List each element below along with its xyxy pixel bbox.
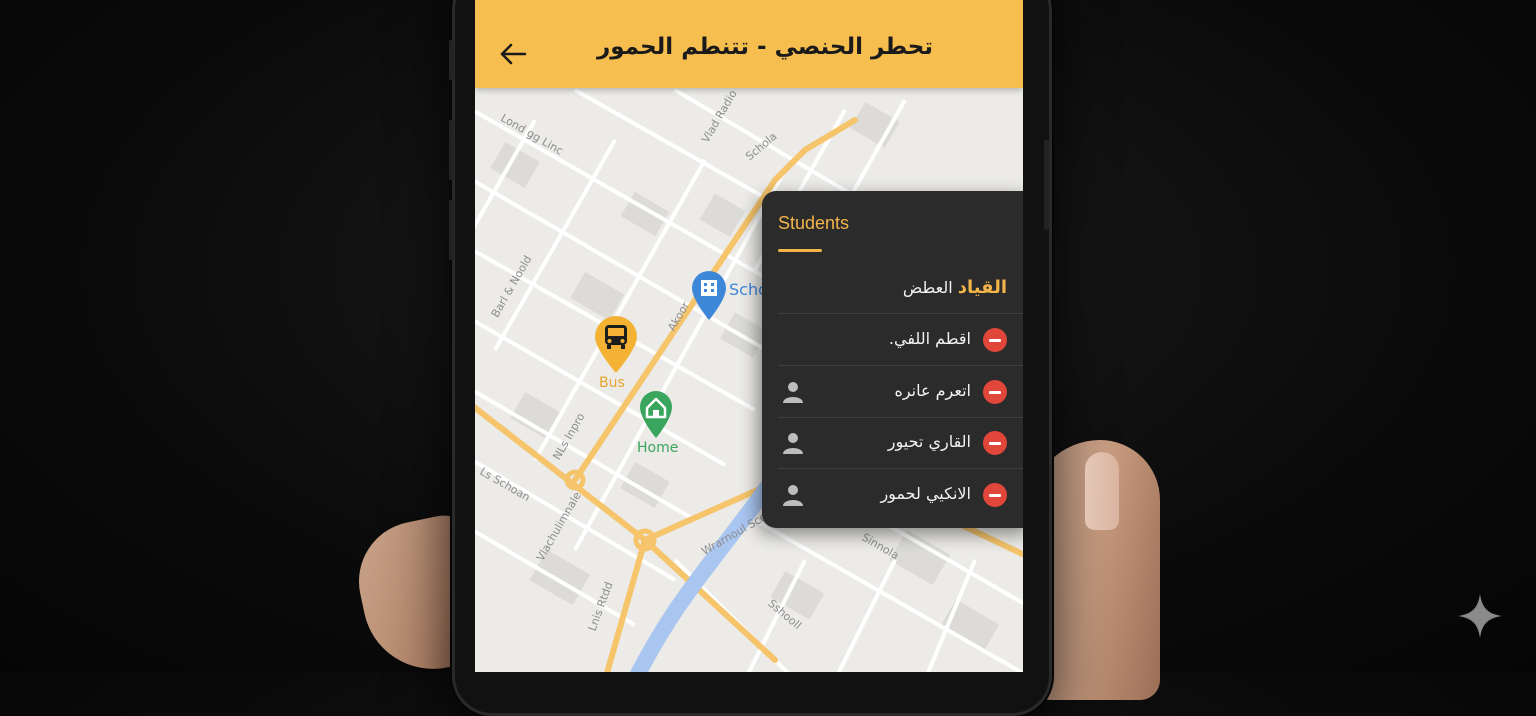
students-header-row: القياد العطض [778,262,1023,314]
student-row[interactable]: القاري تحيور [778,417,1023,469]
phone-side-button [449,120,454,180]
student-row[interactable]: الانكيي لحمور [778,469,1023,520]
header-rest: العطض [902,278,953,297]
school-pin[interactable] [690,270,728,322]
home-pin[interactable] [638,390,674,440]
home-pin-label: Home [637,440,679,456]
bus-pin[interactable] [593,315,639,375]
student-name: اقطم اللفي. [888,329,971,348]
title-underline [778,249,822,252]
student-row[interactable]: اتعرم عانره [778,366,1023,418]
phone-screen: Vlad Radio Schola Lond gg Linc Barl & No… [475,0,1023,672]
students-header-label: القياد العطض [903,277,1007,298]
header-highlight: القياد [957,277,1007,298]
remove-student-button[interactable] [983,380,1007,404]
remove-student-button[interactable] [983,431,1007,455]
person-icon [783,433,803,454]
student-name: اتعرم عانره [894,381,971,400]
phone-side-button [449,200,454,260]
student-name: الانكيي لحمور [880,484,971,503]
student-row[interactable]: اقطم اللفي. [778,314,1023,366]
person-icon [783,485,803,506]
back-button[interactable] [497,38,529,70]
page-title: تحطر الحنصي - تتنطم الحمور [597,34,933,60]
students-panel: Students القياد العطض اقطم اللفي. اتعرم … [762,191,1023,528]
thumb-nail [1085,452,1119,530]
phone-power-button [1044,140,1049,230]
remove-student-button[interactable] [983,483,1007,507]
arrow-left-icon [500,43,527,65]
app-bar: تحطر الحنصي - تتنطم الحمور [475,0,1023,88]
students-panel-title: Students [778,213,850,233]
bus-pin-label: Bus [599,375,625,391]
student-name: القاري تحيور [887,432,971,451]
person-icon [783,382,803,403]
sparkle-icon [1458,594,1502,638]
remove-student-button[interactable] [983,328,1007,352]
school-building-icon [701,280,717,296]
phone-side-button [449,40,454,80]
